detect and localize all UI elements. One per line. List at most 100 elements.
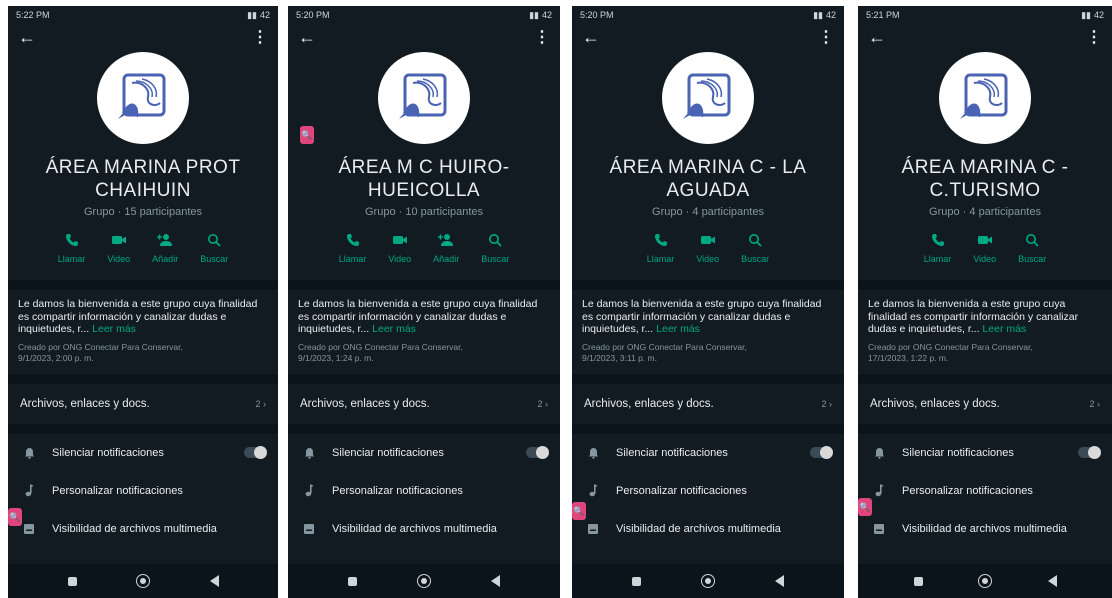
group-avatar[interactable] <box>97 52 189 144</box>
group-avatar[interactable] <box>939 52 1031 144</box>
search-label: Buscar <box>200 254 229 264</box>
search-button[interactable]: Buscar <box>1018 232 1046 264</box>
setting-mute[interactable]: Silenciar notificaciones <box>288 434 560 472</box>
home-icon[interactable] <box>978 574 992 588</box>
home-icon[interactable] <box>417 574 431 588</box>
setting-media[interactable]: Visibilidad de archivos multimedia <box>572 510 844 548</box>
back-arrow-icon[interactable]: ← <box>298 28 316 46</box>
setting-label: Visibilidad de archivos multimedia <box>902 522 1067 535</box>
setting-label: Silenciar notificaciones <box>902 446 1014 459</box>
recents-icon[interactable] <box>632 576 641 586</box>
group-avatar[interactable] <box>378 52 470 144</box>
setting-label: Personalizar notificaciones <box>332 484 463 497</box>
files-links-docs[interactable]: Archivos, enlaces y docs. 2 › <box>288 384 560 424</box>
read-more-link[interactable]: Leer más <box>982 323 1026 335</box>
status-bar: 5:20 PM ▮▮ 42 <box>288 6 560 24</box>
group-description[interactable]: Le damos la bienvenida a este grupo cuya… <box>858 290 1112 374</box>
phone-screen: 5:22 PM ▮▮ 42 ← ⋮ ÁREA MARINA PROT CHAIH… <box>8 6 278 598</box>
more-options-icon[interactable]: ⋮ <box>534 27 550 47</box>
files-links-docs[interactable]: Archivos, enlaces y docs. 2 › <box>572 384 844 424</box>
setting-media[interactable]: Visibilidad de archivos multimedia <box>288 510 560 548</box>
action-row: Llamar Video Añadir Buscar <box>8 232 278 264</box>
home-icon[interactable] <box>701 574 715 588</box>
mute-icon <box>20 447 38 459</box>
more-options-icon[interactable]: ⋮ <box>252 27 268 47</box>
setting-custom[interactable]: Personalizar notificaciones <box>288 472 560 510</box>
floating-search-bubble[interactable]: 🔍 <box>8 508 22 526</box>
add-icon <box>437 232 455 248</box>
video-icon <box>699 232 717 248</box>
mute-toggle[interactable] <box>244 446 267 459</box>
floating-search-bubble[interactable]: 🔍 <box>572 502 586 520</box>
add-button[interactable]: Añadir <box>433 232 459 264</box>
video-button[interactable]: Video <box>107 232 130 264</box>
video-button[interactable]: Video <box>973 232 996 264</box>
setting-custom[interactable]: Personalizar notificaciones <box>572 472 844 510</box>
files-links-docs[interactable]: Archivos, enlaces y docs. 2 › <box>858 384 1112 424</box>
recents-icon[interactable] <box>348 576 357 586</box>
read-more-link[interactable]: Leer más <box>656 323 700 335</box>
video-button[interactable]: Video <box>696 232 719 264</box>
description-text: Le damos la bienvenida a este grupo cuya… <box>868 298 1079 335</box>
action-row: Llamar Video Buscar <box>858 232 1112 264</box>
mute-toggle[interactable] <box>810 446 833 459</box>
home-icon[interactable] <box>136 574 150 588</box>
back-nav-icon[interactable] <box>775 575 784 587</box>
more-options-icon[interactable]: ⋮ <box>1086 27 1102 47</box>
back-arrow-icon[interactable]: ← <box>18 28 36 46</box>
call-button[interactable]: Llamar <box>58 232 85 264</box>
floating-search-bubble[interactable]: 🔍 <box>858 498 872 516</box>
setting-media[interactable]: Visibilidad de archivos multimedia <box>858 510 1112 548</box>
created-date: 9/1/2023, 3:11 p. m. <box>582 352 657 363</box>
search-icon <box>205 232 223 248</box>
setting-mute[interactable]: Silenciar notificaciones <box>858 434 1112 472</box>
group-avatar[interactable] <box>662 52 754 144</box>
read-more-link[interactable]: Leer más <box>92 323 136 335</box>
status-time: 5:21 PM <box>866 10 900 20</box>
setting-custom[interactable]: Personalizar notificaciones <box>858 472 1112 510</box>
status-time: 5:22 PM <box>16 10 50 20</box>
call-button[interactable]: Llamar <box>338 232 367 264</box>
battery-level: 42 <box>541 10 552 20</box>
video-button[interactable]: Video <box>388 232 411 264</box>
call-label: Llamar <box>338 254 367 264</box>
back-nav-icon[interactable] <box>209 575 219 587</box>
search-button[interactable]: Buscar <box>481 232 509 264</box>
back-arrow-icon[interactable]: ← <box>868 28 886 46</box>
search-icon <box>486 232 504 248</box>
call-button[interactable]: Llamar <box>924 232 951 264</box>
read-more-link[interactable]: Leer más <box>372 323 416 335</box>
back-nav-icon[interactable] <box>491 575 500 587</box>
setting-label: Personalizar notificaciones <box>52 484 183 497</box>
mute-toggle[interactable] <box>526 446 549 459</box>
group-description[interactable]: Le damos la bienvenida a este grupo cuya… <box>288 290 560 374</box>
search-button[interactable]: Buscar <box>741 232 769 264</box>
search-button[interactable]: Buscar <box>200 232 228 264</box>
files-label: Archivos, enlaces y docs. <box>20 397 150 410</box>
group-description[interactable]: Le damos la bienvenida a este grupo cuya… <box>8 290 278 374</box>
setting-mute[interactable]: Silenciar notificaciones <box>572 434 844 472</box>
status-time: 5:20 PM <box>580 10 614 20</box>
floating-search-bubble[interactable]: 🔍 <box>300 126 314 144</box>
status-bar: 5:22 PM ▮▮ 42 <box>8 6 278 24</box>
media-icon <box>20 523 38 535</box>
call-button[interactable]: Llamar <box>647 232 674 264</box>
recents-icon[interactable] <box>913 576 923 586</box>
search-icon <box>1023 232 1041 248</box>
setting-custom[interactable]: Personalizar notificaciones <box>8 472 278 510</box>
phone-screen: 5:21 PM ▮▮ 42 ← ⋮ ÁREA MARINA C - C.TURI… <box>858 6 1112 598</box>
description-text: Le damos la bienvenida a este grupo cuya… <box>298 298 538 335</box>
created-date: 17/1/2023, 1:22 p. m. <box>868 352 949 363</box>
back-nav-icon[interactable] <box>1047 575 1057 587</box>
back-arrow-icon[interactable]: ← <box>582 28 600 46</box>
add-button[interactable]: Añadir <box>152 232 178 264</box>
more-options-icon[interactable]: ⋮ <box>818 27 834 47</box>
group-description[interactable]: Le damos la bienvenida a este grupo cuya… <box>572 290 844 374</box>
video-icon <box>110 232 128 248</box>
setting-mute[interactable]: Silenciar notificaciones <box>8 434 278 472</box>
add-label: Añadir <box>433 254 460 264</box>
files-links-docs[interactable]: Archivos, enlaces y docs. 2 › <box>8 384 278 424</box>
mute-toggle[interactable] <box>1078 446 1101 459</box>
setting-media[interactable]: Visibilidad de archivos multimedia <box>8 510 278 548</box>
recents-icon[interactable] <box>67 576 77 586</box>
